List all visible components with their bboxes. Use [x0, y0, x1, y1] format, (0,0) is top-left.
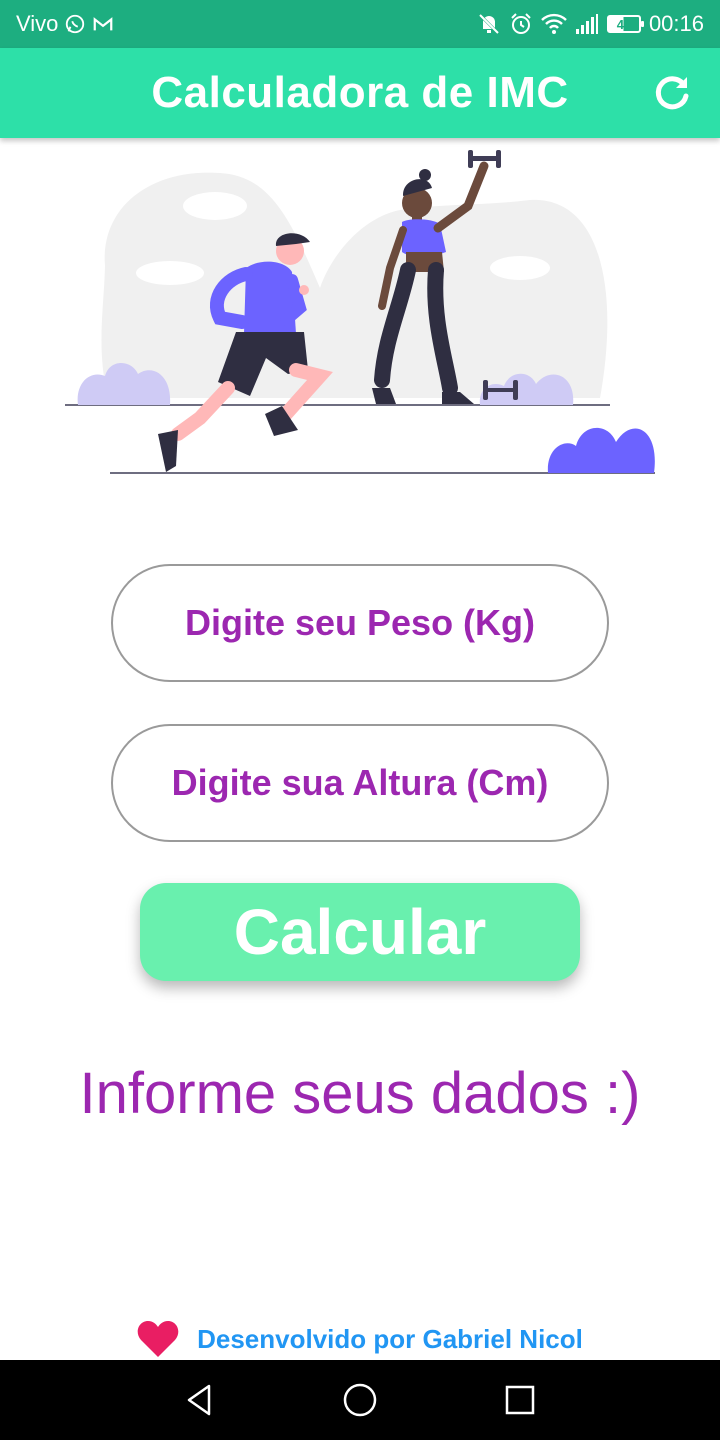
footer: Desenvolvido por Gabriel Nicol: [0, 1316, 720, 1362]
signal-icon: [575, 13, 599, 35]
height-placeholder: Digite sua Altura (Cm): [171, 762, 549, 803]
recents-icon: [505, 1385, 535, 1415]
status-left: Vivo: [16, 11, 114, 37]
carrier-name: Vivo: [16, 11, 59, 36]
recents-button[interactable]: [490, 1370, 550, 1430]
weight-input[interactable]: Digite seu Peso (Kg): [111, 564, 609, 682]
whatsapp-icon: [64, 13, 86, 35]
refresh-button[interactable]: [650, 72, 694, 116]
fitness-illustration: [60, 148, 660, 478]
wifi-icon: [541, 13, 567, 35]
back-button[interactable]: [170, 1370, 230, 1430]
calculate-button[interactable]: Calcular: [140, 883, 580, 981]
mute-icon: [477, 12, 501, 36]
back-icon: [187, 1384, 211, 1416]
app-title: Calculadora de IMC: [151, 68, 569, 117]
battery-level: 49: [616, 16, 632, 32]
refresh-icon: [655, 76, 689, 110]
home-button[interactable]: [330, 1370, 390, 1430]
app-screen: Vivo 49 00:16 Calculadora de IMC Digite …: [0, 0, 720, 1440]
home-icon: [343, 1383, 377, 1417]
heart-icon: [137, 1321, 179, 1357]
status-right: 49 00:16: [477, 11, 704, 37]
height-input[interactable]: Digite sua Altura (Cm): [111, 724, 609, 842]
status-bar: Vivo 49 00:16: [0, 0, 720, 48]
navigation-bar: [0, 1360, 720, 1440]
clock: 00:16: [648, 11, 704, 36]
alarm-icon: [509, 12, 533, 36]
footer-credit: Desenvolvido por Gabriel Nicol: [197, 1323, 583, 1354]
calculate-label: Calcular: [233, 896, 487, 968]
battery-icon: 49: [606, 15, 644, 33]
app-bar: Calculadora de IMC: [0, 48, 720, 138]
result-text: Informe seus dados :): [79, 1061, 641, 1126]
gmail-icon: [92, 14, 114, 34]
weight-placeholder: Digite seu Peso (Kg): [184, 602, 536, 643]
